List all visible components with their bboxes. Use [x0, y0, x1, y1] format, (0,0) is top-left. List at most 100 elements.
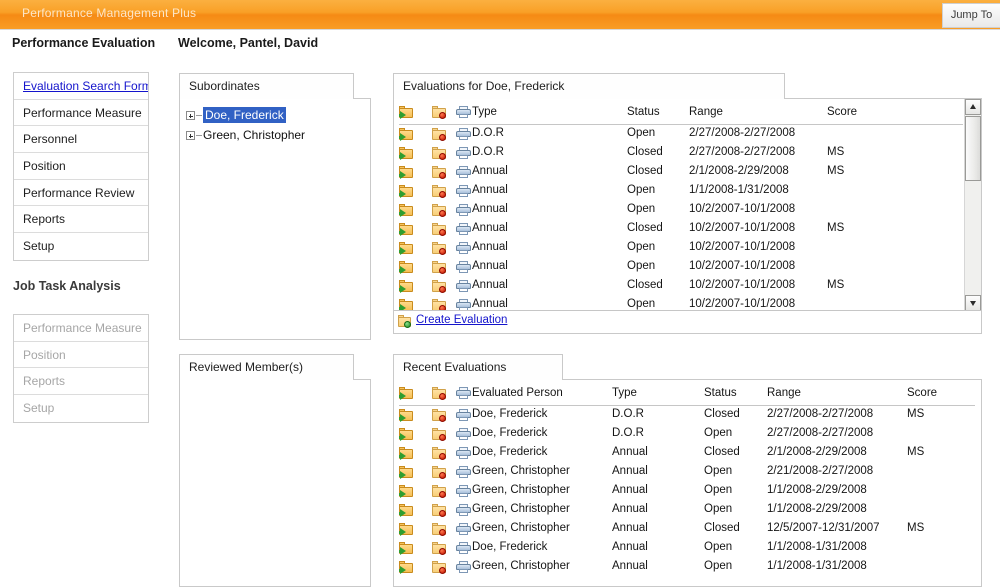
folder-delete-icon[interactable] [432, 204, 447, 217]
folder-delete-icon[interactable] [432, 261, 447, 274]
folder-delete-icon[interactable] [432, 387, 447, 400]
printer-icon[interactable] [456, 128, 471, 140]
folder-delete-icon[interactable] [432, 147, 447, 160]
printer-icon[interactable] [456, 542, 471, 554]
table-row[interactable]: D.O.R Closed 2/27/2008-2/27/2008 MS [399, 144, 963, 163]
sidebar-item-reports[interactable]: Reports [14, 206, 148, 234]
printer-icon[interactable] [456, 106, 471, 118]
folder-go-icon[interactable] [399, 504, 414, 517]
printer-icon[interactable] [456, 280, 471, 292]
printer-icon[interactable] [456, 466, 471, 478]
sidebar-item-performance-measure[interactable]: Performance Measure [14, 100, 148, 127]
folder-go-icon[interactable] [399, 409, 414, 422]
folder-go-icon[interactable] [399, 561, 414, 574]
printer-icon[interactable] [456, 523, 471, 535]
table-row[interactable]: Doe, Frederick D.O.R Open 2/27/2008-2/27/20… [399, 425, 975, 444]
folder-go-icon[interactable] [399, 166, 414, 179]
sidebar-item-evaluation-search-form[interactable]: Evaluation Search Form [14, 73, 148, 100]
folder-delete-icon[interactable] [432, 447, 447, 460]
recent-evaluations-tab[interactable]: Recent Evaluations [393, 354, 563, 380]
folder-delete-icon[interactable] [432, 523, 447, 536]
folder-delete-icon[interactable] [432, 542, 447, 555]
table-row[interactable]: Annual Open 10/2/2007-10/1/2008 [399, 239, 963, 258]
folder-delete-icon[interactable] [432, 466, 447, 479]
table-row[interactable]: Green, Christopher Annual Open 1/1/2008-2/2… [399, 501, 975, 520]
plus-expand-icon[interactable] [186, 111, 195, 121]
tree-node[interactable]: Green, Christopher [184, 125, 370, 145]
folder-delete-icon[interactable] [432, 128, 447, 141]
folder-go-icon[interactable] [399, 280, 414, 293]
folder-delete-icon[interactable] [432, 561, 447, 574]
printer-icon[interactable] [456, 428, 471, 440]
table-row[interactable]: Annual Closed 2/1/2008-2/29/2008 MS [399, 163, 963, 182]
printer-icon[interactable] [456, 147, 471, 159]
folder-delete-icon[interactable] [432, 242, 447, 255]
folder-delete-icon[interactable] [432, 223, 447, 236]
printer-icon[interactable] [456, 166, 471, 178]
table-row[interactable]: Green, Christopher Annual Open 1/1/2008-2/2… [399, 482, 975, 501]
folder-go-icon[interactable] [399, 204, 414, 217]
printer-icon[interactable] [456, 185, 471, 197]
evaluations-scrollbar[interactable] [964, 99, 981, 311]
printer-icon[interactable] [456, 204, 471, 216]
table-row[interactable]: Doe, Frederick Annual Open 1/1/2008-1/31/20… [399, 539, 975, 558]
folder-go-icon[interactable] [399, 428, 414, 441]
printer-icon[interactable] [456, 261, 471, 273]
table-row[interactable]: Doe, Frederick D.O.R Closed 2/27/2008-2/27/… [399, 406, 975, 425]
printer-icon[interactable] [456, 242, 471, 254]
sidebar-item-performance-review[interactable]: Performance Review [14, 180, 148, 207]
scroll-up-button[interactable] [965, 99, 981, 115]
folder-go-icon[interactable] [399, 106, 414, 119]
table-row[interactable]: Annual Open 10/2/2007-10/1/2008 [399, 258, 963, 277]
printer-icon[interactable] [456, 485, 471, 497]
table-row[interactable]: D.O.R Open 2/27/2008-2/27/2008 [399, 125, 963, 144]
folder-go-icon[interactable] [399, 223, 414, 236]
evaluations-tab[interactable]: Evaluations for Doe, Frederick [393, 73, 785, 99]
create-evaluation-row[interactable]: Create Evaluation [394, 310, 981, 333]
printer-icon[interactable] [456, 223, 471, 235]
folder-delete-icon[interactable] [432, 504, 447, 517]
sidebar-item-setup[interactable]: Setup [14, 233, 148, 260]
sidebar-item-position[interactable]: Position [14, 153, 148, 180]
scroll-down-button[interactable] [965, 295, 981, 311]
plus-expand-icon[interactable] [186, 131, 195, 141]
tree-node[interactable]: Doe, Frederick [184, 105, 370, 125]
table-row[interactable]: Annual Closed 10/2/2007-10/1/2008 MS [399, 220, 963, 239]
folder-delete-icon[interactable] [432, 166, 447, 179]
printer-icon[interactable] [456, 561, 471, 573]
sidebar-item-personnel[interactable]: Personnel [14, 126, 148, 154]
folder-go-icon[interactable] [399, 128, 414, 141]
folder-go-icon[interactable] [399, 542, 414, 555]
table-row[interactable]: Annual Open 10/2/2007-10/1/2008 [399, 201, 963, 220]
folder-go-icon[interactable] [399, 185, 414, 198]
printer-icon[interactable] [456, 447, 471, 459]
folder-delete-icon[interactable] [432, 280, 447, 293]
folder-go-icon[interactable] [399, 147, 414, 160]
table-row[interactable]: Doe, Frederick Annual Closed 2/1/2008-2/29/… [399, 444, 975, 463]
scroll-thumb[interactable] [965, 116, 981, 181]
table-row[interactable]: Annual Open 1/1/2008-1/31/2008 [399, 182, 963, 201]
subordinates-tab[interactable]: Subordinates [179, 73, 354, 99]
folder-delete-icon[interactable] [432, 106, 447, 119]
jump-to-button[interactable]: Jump To [942, 3, 1000, 28]
folder-go-icon[interactable] [399, 523, 414, 536]
folder-go-icon[interactable] [399, 387, 414, 400]
tree-node-label[interactable]: Green, Christopher [203, 128, 305, 142]
printer-icon[interactable] [456, 387, 471, 399]
create-evaluation-link[interactable]: Create Evaluation [416, 314, 507, 326]
tree-node-label[interactable]: Doe, Frederick [203, 107, 286, 123]
folder-delete-icon[interactable] [432, 409, 447, 422]
folder-go-icon[interactable] [399, 485, 414, 498]
reviewed-members-tab[interactable]: Reviewed Member(s) [179, 354, 354, 380]
folder-go-icon[interactable] [399, 447, 414, 460]
printer-icon[interactable] [456, 504, 471, 516]
folder-delete-icon[interactable] [432, 428, 447, 441]
table-row[interactable]: Annual Closed 10/2/2007-10/1/2008 MS [399, 277, 963, 296]
folder-delete-icon[interactable] [432, 485, 447, 498]
folder-go-icon[interactable] [399, 242, 414, 255]
folder-go-icon[interactable] [399, 466, 414, 479]
printer-icon[interactable] [456, 409, 471, 421]
table-row[interactable]: Green, Christopher Annual Open 1/1/2008-1/3… [399, 558, 975, 577]
folder-delete-icon[interactable] [432, 185, 447, 198]
folder-go-icon[interactable] [399, 261, 414, 274]
